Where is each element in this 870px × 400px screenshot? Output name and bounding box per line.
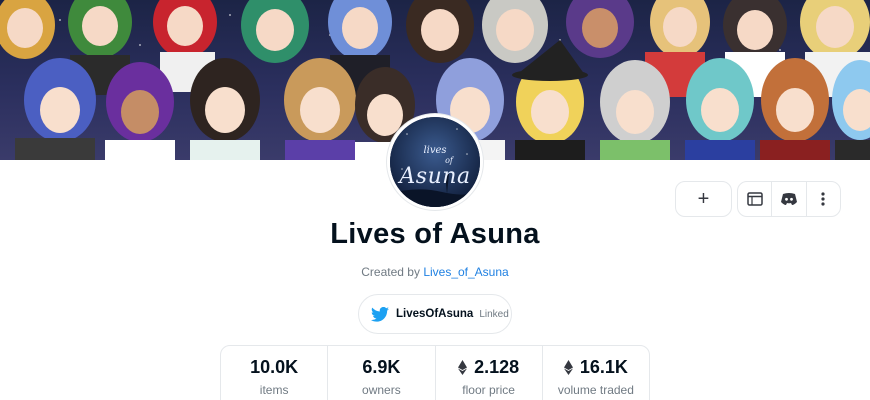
plus-icon: + (697, 187, 710, 210)
stat-items-value: 10.0K (250, 357, 299, 377)
add-to-watchlist-button[interactable]: + (675, 181, 732, 217)
twitter-handle: LivesOfAsuna (396, 308, 474, 320)
discord-button[interactable] (771, 182, 805, 216)
collection-actions-group (737, 181, 841, 217)
avatar-line-asuna: Asuna (399, 164, 471, 189)
stat-floor-price-label: floor price (462, 383, 515, 397)
collection-stats: 10.0K items 6.9K owners 2.128 floor pric… (220, 345, 650, 400)
stat-floor-price[interactable]: 2.128 floor price (434, 346, 542, 400)
twitter-linked-status: Linked (479, 308, 509, 320)
discord-icon (780, 193, 797, 205)
collection-title: Lives of Asuna (330, 218, 540, 250)
stat-value: 10.0K (221, 357, 327, 378)
ethereum-icon (458, 360, 468, 375)
avatar-logo-text: lives of Asuna (390, 145, 480, 189)
website-button[interactable] (738, 182, 771, 216)
stat-floor-price-value: 2.128 (474, 357, 520, 377)
stat-volume-traded-label: volume traded (557, 383, 634, 397)
creator-link[interactable]: Lives_of_Asuna (423, 265, 508, 279)
twitter-icon (371, 306, 389, 322)
creator-line: Created by Lives_of_Asuna (0, 265, 870, 279)
created-by-label: Created by (361, 265, 420, 279)
ethereum-icon (563, 360, 573, 375)
stat-items-label: items (259, 383, 289, 397)
avatar-line-lives: lives (423, 145, 447, 156)
stat-value: 6.9K (328, 357, 434, 378)
more-options-icon (821, 192, 825, 206)
stat-volume-traded-value: 16.1K (579, 357, 628, 377)
stat-owners[interactable]: 6.9K owners (327, 346, 434, 400)
collection-avatar[interactable]: lives of Asuna (387, 114, 483, 210)
stat-value: 2.128 (436, 357, 542, 378)
stat-items[interactable]: 10.0K items (221, 346, 327, 400)
more-options-button[interactable] (805, 182, 840, 216)
twitter-account-chip[interactable]: LivesOfAsuna Linked (358, 294, 512, 334)
stat-owners-label: owners (362, 383, 401, 397)
stat-volume-traded[interactable]: 16.1K volume traded (541, 346, 649, 400)
stat-owners-value: 6.9K (362, 357, 401, 377)
website-icon (746, 192, 763, 206)
stat-value: 16.1K (543, 357, 649, 378)
